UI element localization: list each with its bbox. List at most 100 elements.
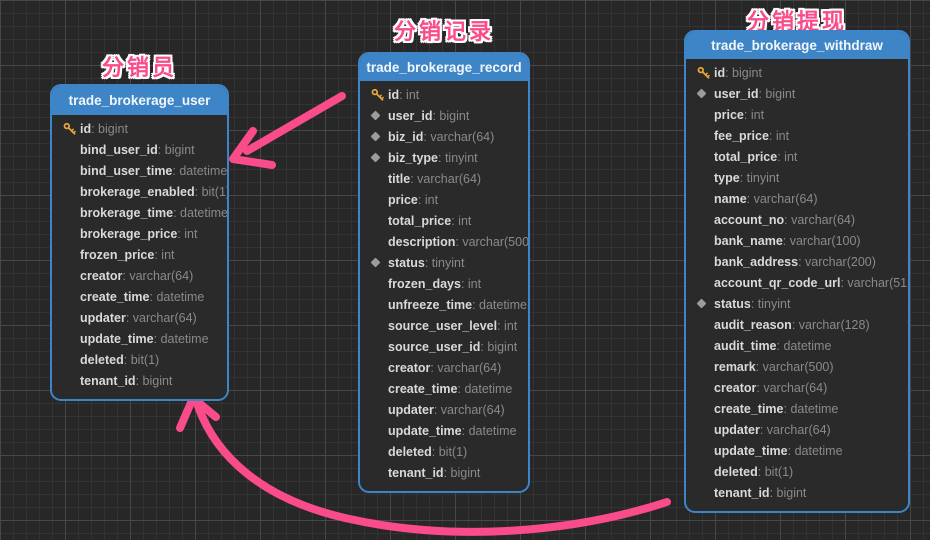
- field-row-updater[interactable]: updater: varchar(64): [360, 399, 528, 420]
- field-row-create_time[interactable]: create_time: datetime: [360, 378, 528, 399]
- field-row-create_time[interactable]: create_time: datetime: [52, 286, 227, 307]
- index-diamond-icon: [697, 90, 714, 97]
- field-row-remark[interactable]: remark: varchar(500): [686, 356, 908, 377]
- field-row-frozen_price[interactable]: frozen_price: int: [52, 244, 227, 265]
- table-header[interactable]: trade_brokerage_user: [52, 86, 227, 115]
- field-row-bind_user_id[interactable]: bind_user_id: bigint: [52, 139, 227, 160]
- field-row-brokerage_time[interactable]: brokerage_time: datetime: [52, 202, 227, 223]
- field-type: : varchar(500): [756, 360, 834, 374]
- field-row-frozen_days[interactable]: frozen_days: int: [360, 273, 528, 294]
- field-name: type: [714, 171, 740, 185]
- field-name: user_id: [714, 87, 758, 101]
- field-name: create_time: [80, 290, 150, 304]
- field-row-account_qr_code_url[interactable]: account_qr_code_url: varchar(512): [686, 272, 908, 293]
- field-row-tenant_id[interactable]: tenant_id: bigint: [360, 462, 528, 483]
- primary-key-icon: [697, 66, 714, 79]
- field-row-bind_user_time[interactable]: bind_user_time: datetime: [52, 160, 227, 181]
- field-name: updater: [80, 311, 126, 325]
- field-row-creator[interactable]: creator: varchar(64): [360, 357, 528, 378]
- field-row-create_time[interactable]: create_time: datetime: [686, 398, 908, 419]
- field-row-fee_price[interactable]: fee_price: int: [686, 125, 908, 146]
- table-node-trade-brokerage-user[interactable]: trade_brokerage_user id: bigintbind_user…: [50, 84, 229, 401]
- field-type: : varchar(512): [840, 276, 910, 290]
- field-type: : varchar(64): [747, 192, 818, 206]
- field-type: : bigint: [136, 374, 173, 388]
- field-row-account_no[interactable]: account_no: varchar(64): [686, 209, 908, 230]
- field-row-price[interactable]: price: int: [360, 189, 528, 210]
- field-row-source_user_level[interactable]: source_user_level: int: [360, 315, 528, 336]
- field-row-updater[interactable]: updater: varchar(64): [686, 419, 908, 440]
- table-node-trade-brokerage-record[interactable]: trade_brokerage_record id: intuser_id: b…: [358, 52, 530, 493]
- field-name: brokerage_enabled: [80, 185, 195, 199]
- field-row-total_price[interactable]: total_price: int: [360, 210, 528, 231]
- field-name: fee_price: [714, 129, 769, 143]
- field-row-unfreeze_time[interactable]: unfreeze_time: datetime: [360, 294, 528, 315]
- field-row-description[interactable]: description: varchar(500): [360, 231, 528, 252]
- table-fields: id: bigintbind_user_id: bigintbind_user_…: [52, 115, 227, 399]
- field-row-biz_id[interactable]: biz_id: varchar(64): [360, 126, 528, 147]
- field-name: biz_id: [388, 130, 423, 144]
- field-row-deleted[interactable]: deleted: bit(1): [360, 441, 528, 462]
- field-row-id[interactable]: id: int: [360, 84, 528, 105]
- field-name: bind_user_id: [80, 143, 158, 157]
- field-row-updater[interactable]: updater: varchar(64): [52, 307, 227, 328]
- field-row-update_time[interactable]: update_time: datetime: [686, 440, 908, 461]
- field-type: : int: [777, 150, 797, 164]
- index-diamond-icon: [371, 259, 388, 266]
- field-row-price[interactable]: price: int: [686, 104, 908, 125]
- field-name: create_time: [388, 382, 458, 396]
- field-row-user_id[interactable]: user_id: bigint: [686, 83, 908, 104]
- field-row-update_time[interactable]: update_time: datetime: [360, 420, 528, 441]
- field-type: : varchar(64): [410, 172, 481, 186]
- field-row-bank_name[interactable]: bank_name: varchar(100): [686, 230, 908, 251]
- field-row-creator[interactable]: creator: varchar(64): [686, 377, 908, 398]
- field-type: : bit(1): [432, 445, 467, 459]
- field-row-title[interactable]: title: varchar(64): [360, 168, 528, 189]
- table-header[interactable]: trade_brokerage_withdraw: [686, 32, 908, 59]
- field-row-audit_reason[interactable]: audit_reason: varchar(128): [686, 314, 908, 335]
- field-row-name[interactable]: name: varchar(64): [686, 188, 908, 209]
- field-name: remark: [714, 360, 756, 374]
- field-name: biz_type: [388, 151, 438, 165]
- field-name: user_id: [388, 109, 432, 123]
- field-type: : int: [769, 129, 789, 143]
- field-row-audit_time[interactable]: audit_time: datetime: [686, 335, 908, 356]
- field-type: : datetime: [472, 298, 527, 312]
- field-row-tenant_id[interactable]: tenant_id: bigint: [52, 370, 227, 391]
- table-fields: id: intuser_id: bigintbiz_id: varchar(64…: [360, 81, 528, 491]
- field-row-status[interactable]: status: tinyint: [360, 252, 528, 273]
- field-row-bank_address[interactable]: bank_address: varchar(200): [686, 251, 908, 272]
- field-type: : bigint: [444, 466, 481, 480]
- field-type: : int: [399, 88, 419, 102]
- diamond-shape: [371, 153, 381, 163]
- field-type: : int: [744, 108, 764, 122]
- field-row-deleted[interactable]: deleted: bit(1): [686, 461, 908, 482]
- field-row-update_time[interactable]: update_time: datetime: [52, 328, 227, 349]
- field-type: : tinyint: [425, 256, 465, 270]
- field-row-type[interactable]: type: tinyint: [686, 167, 908, 188]
- field-row-source_user_id[interactable]: source_user_id: bigint: [360, 336, 528, 357]
- field-name: id: [388, 88, 399, 102]
- field-name: creator: [388, 361, 430, 375]
- field-name: name: [714, 192, 747, 206]
- field-type: : tinyint: [740, 171, 780, 185]
- field-row-user_id[interactable]: user_id: bigint: [360, 105, 528, 126]
- table-node-trade-brokerage-withdraw[interactable]: trade_brokerage_withdraw id: bigintuser_…: [684, 30, 910, 513]
- field-type: : varchar(64): [430, 361, 501, 375]
- field-name: tenant_id: [80, 374, 136, 388]
- field-row-deleted[interactable]: deleted: bit(1): [52, 349, 227, 370]
- field-type: : datetime: [788, 444, 843, 458]
- field-row-creator[interactable]: creator: varchar(64): [52, 265, 227, 286]
- field-type: : bit(1): [124, 353, 159, 367]
- field-row-total_price[interactable]: total_price: int: [686, 146, 908, 167]
- field-row-biz_type[interactable]: biz_type: tinyint: [360, 147, 528, 168]
- field-row-id[interactable]: id: bigint: [52, 118, 227, 139]
- field-row-id[interactable]: id: bigint: [686, 62, 908, 83]
- field-row-status[interactable]: status: tinyint: [686, 293, 908, 314]
- table-header[interactable]: trade_brokerage_record: [360, 54, 528, 81]
- table-fields: id: bigintuser_id: bigintprice: intfee_p…: [686, 59, 908, 511]
- field-name: price: [714, 108, 744, 122]
- field-row-brokerage_enabled[interactable]: brokerage_enabled: bit(1): [52, 181, 227, 202]
- field-row-brokerage_price[interactable]: brokerage_price: int: [52, 223, 227, 244]
- field-row-tenant_id[interactable]: tenant_id: bigint: [686, 482, 908, 503]
